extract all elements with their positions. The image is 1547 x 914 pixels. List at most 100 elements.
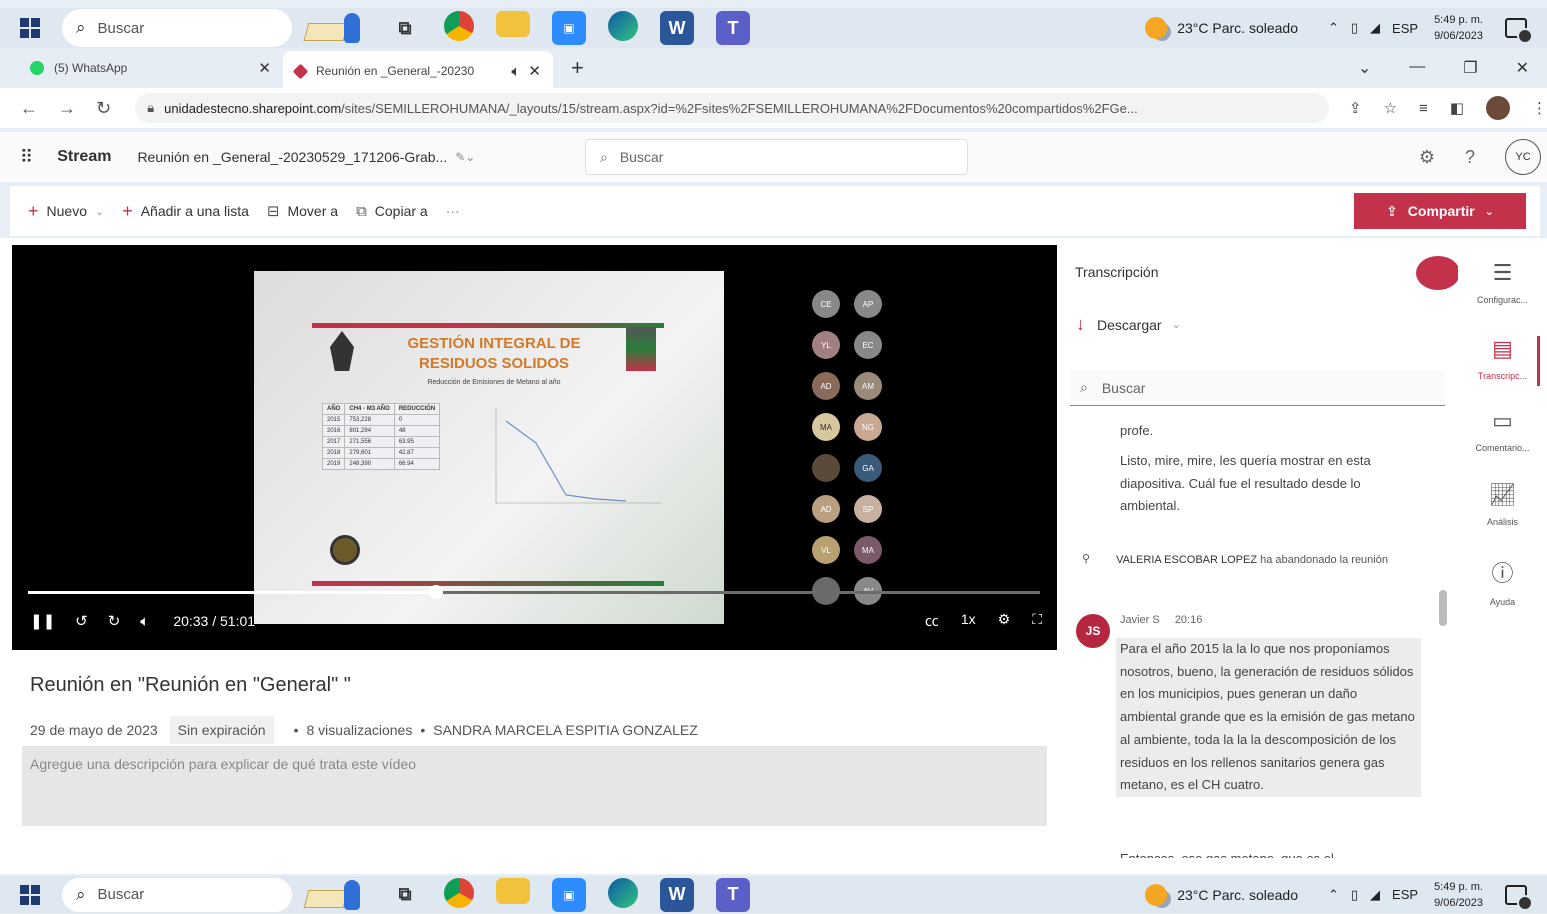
tab-whatsapp[interactable]: (5) WhatsApp ✕ [18,51,283,85]
tab-search-icon[interactable]: ⌄ [1358,58,1371,78]
file-explorer-icon[interactable] [496,877,530,904]
video-player[interactable]: GESTIÓN INTEGRAL DE RESIDUOS SOLIDOS Red… [12,245,1057,650]
profile-avatar[interactable] [1486,96,1510,120]
teams-icon[interactable]: T [716,11,750,45]
notification-icon[interactable] [1505,884,1533,911]
app-launcher-icon[interactable]: ⠿ [20,147,33,168]
tab-stream[interactable]: Reunión en _General_-20230 🔈︎ ✕ [283,51,553,91]
gear-icon[interactable]: ⚙ [1419,147,1435,168]
taskbar-search[interactable]: ⌕ Buscar [62,877,292,912]
reload-icon[interactable]: ↻ [96,98,113,119]
minimize-button[interactable]: — [1409,58,1425,78]
transcript-entry-active[interactable]: Para el año 2015 la la lo que nos propon… [1116,638,1421,797]
close-tab-icon[interactable]: ✕ [528,62,541,80]
side-panel-icon[interactable]: ◧ [1450,99,1464,117]
chevron-up-icon[interactable]: ⌃ [1328,887,1339,903]
move-label: Mover a [287,203,339,219]
close-tab-icon[interactable]: ✕ [258,59,271,77]
zoom-icon[interactable]: ▣ [552,877,586,912]
rail-comments[interactable]: ▭ Comentario... [1458,408,1547,456]
zoom-icon[interactable]: ▣ [552,11,586,45]
help-icon[interactable]: ? [1465,147,1475,168]
rail-settings[interactable]: ☰ Configurac... [1458,260,1547,308]
word-icon[interactable]: W [660,877,694,912]
task-view-icon[interactable]: ⧉ [388,11,422,45]
description-field[interactable]: Agregue una descripción para explicar de… [22,746,1047,826]
user-avatar[interactable]: YC [1505,139,1541,175]
transcript-list[interactable]: profe. Listo, mire, mire, les quería mos… [1062,418,1432,858]
browser-menu-icon[interactable]: ⋮ [1532,99,1547,117]
taskbar-search[interactable]: ⌕ Buscar [62,9,292,47]
url-field[interactable]: 🔒︎ unidadestecno.sharepoint.com /sites/S… [135,93,1330,123]
video-progress-bar[interactable] [28,585,1040,599]
new-tab-button[interactable]: + [571,55,584,81]
clock[interactable]: 5:49 p. m. 9/06/2023 [1434,12,1483,44]
close-window-button[interactable]: ✕ [1516,58,1529,78]
maximize-button[interactable]: ❐ [1463,58,1477,78]
transcript-search-input[interactable]: ⌕ Buscar [1070,370,1445,406]
rail-analytics[interactable]: 📈︎ Análisis [1458,482,1547,530]
chevron-up-icon[interactable]: ⌃ [1328,20,1339,36]
transcript-line[interactable]: profe. [1120,420,1420,443]
add-to-list-button[interactable]: + Añadir a una lista [122,201,249,222]
transcript-entry[interactable]: Entonces, ese gas metano, que es el [1120,848,1420,858]
bookmark-star-icon[interactable]: ☆ [1384,99,1397,117]
captions-icon[interactable]: ㏄ [925,611,939,631]
device-icon[interactable]: ▯ [1351,20,1358,36]
forward-icon[interactable]: → [58,98,76,119]
pause-icon[interactable]: ❚❚ [30,612,55,630]
move-to-button[interactable]: ⊟ Mover a [267,202,338,220]
taskbar-search-placeholder: Buscar [97,19,145,37]
participant-avatar [812,454,840,482]
reading-list-icon[interactable]: ≡ [1419,100,1428,117]
app-name[interactable]: Stream [57,148,111,166]
participant-avatar: AD [812,495,840,523]
windows-start-icon[interactable] [20,18,40,38]
chrome-icon[interactable] [444,11,474,41]
playback-speed[interactable]: 1x [961,611,976,631]
new-button[interactable]: + Nuevo ⌄ [28,201,104,222]
gear-icon[interactable]: ⚙ [998,611,1011,631]
copy-to-button[interactable]: ⧉ Copiar a [356,203,428,220]
network-icon[interactable]: ◢ [1370,20,1380,36]
download-button[interactable]: ↓ Descargar ⌄ [1076,314,1181,335]
stream-search-input[interactable]: ⌕ Buscar [585,139,968,175]
table-row: 2019 248,390 66.94 [321,458,441,470]
video-owner[interactable]: SANDRA MARCELA ESPITIA GONZALEZ [433,722,698,738]
volume-icon[interactable]: 🔈︎ [140,613,149,630]
weather-widget[interactable]: 23°C Parc. soleado [1145,883,1298,906]
weather-widget[interactable]: 23°C Parc. soleado [1145,17,1298,39]
clock[interactable]: 5:49 p. m. 9/06/2023 [1434,879,1483,911]
teams-icon[interactable]: T [716,877,750,912]
fullscreen-icon[interactable]: ⛶ [1032,611,1042,631]
network-icon[interactable]: ◢ [1370,887,1380,903]
task-view-icon[interactable]: ⧉ [388,878,422,912]
rail-help[interactable]: ⓘ Ayuda [1458,556,1547,610]
share-button[interactable]: ⇪ Compartir ⌄ [1354,193,1526,229]
more-button[interactable]: ··· [446,203,460,219]
edit-name-icon[interactable]: ✎⌄ [455,150,475,164]
transcript-scrollbar[interactable] [1439,590,1447,626]
edge-icon[interactable] [608,11,638,41]
share-page-icon[interactable]: ⇪ [1349,99,1362,117]
chrome-icon[interactable] [444,877,474,908]
windows-start-icon[interactable] [20,884,40,905]
notification-icon[interactable] [1505,18,1533,44]
transcript-entry[interactable]: Listo, mire, mire, les quería mostrar en… [1120,450,1420,518]
word-icon[interactable]: W [660,11,694,45]
file-name[interactable]: Reunión en _General_-20230529_171206-Gra… [137,149,447,165]
language-indicator[interactable]: ESP [1392,887,1418,902]
file-explorer-icon[interactable] [496,11,530,37]
rail-transcript[interactable]: ▤ Transcripc... [1458,336,1547,384]
back-icon[interactable]: ← [20,98,38,119]
progress-handle[interactable] [428,585,443,599]
transcript-icon: ▤ [1492,336,1513,361]
device-icon[interactable]: ▯ [1351,887,1358,903]
speaker-time[interactable]: 20:16 [1175,614,1203,626]
forward-10-icon[interactable]: ↻ [108,612,121,630]
edge-icon[interactable] [608,877,638,908]
expiration-chip[interactable]: Sin expiración [169,716,274,744]
speaker-icon[interactable]: 🔈︎ [511,63,520,80]
rewind-10-icon[interactable]: ↺ [75,612,88,630]
language-indicator[interactable]: ESP [1392,21,1418,36]
